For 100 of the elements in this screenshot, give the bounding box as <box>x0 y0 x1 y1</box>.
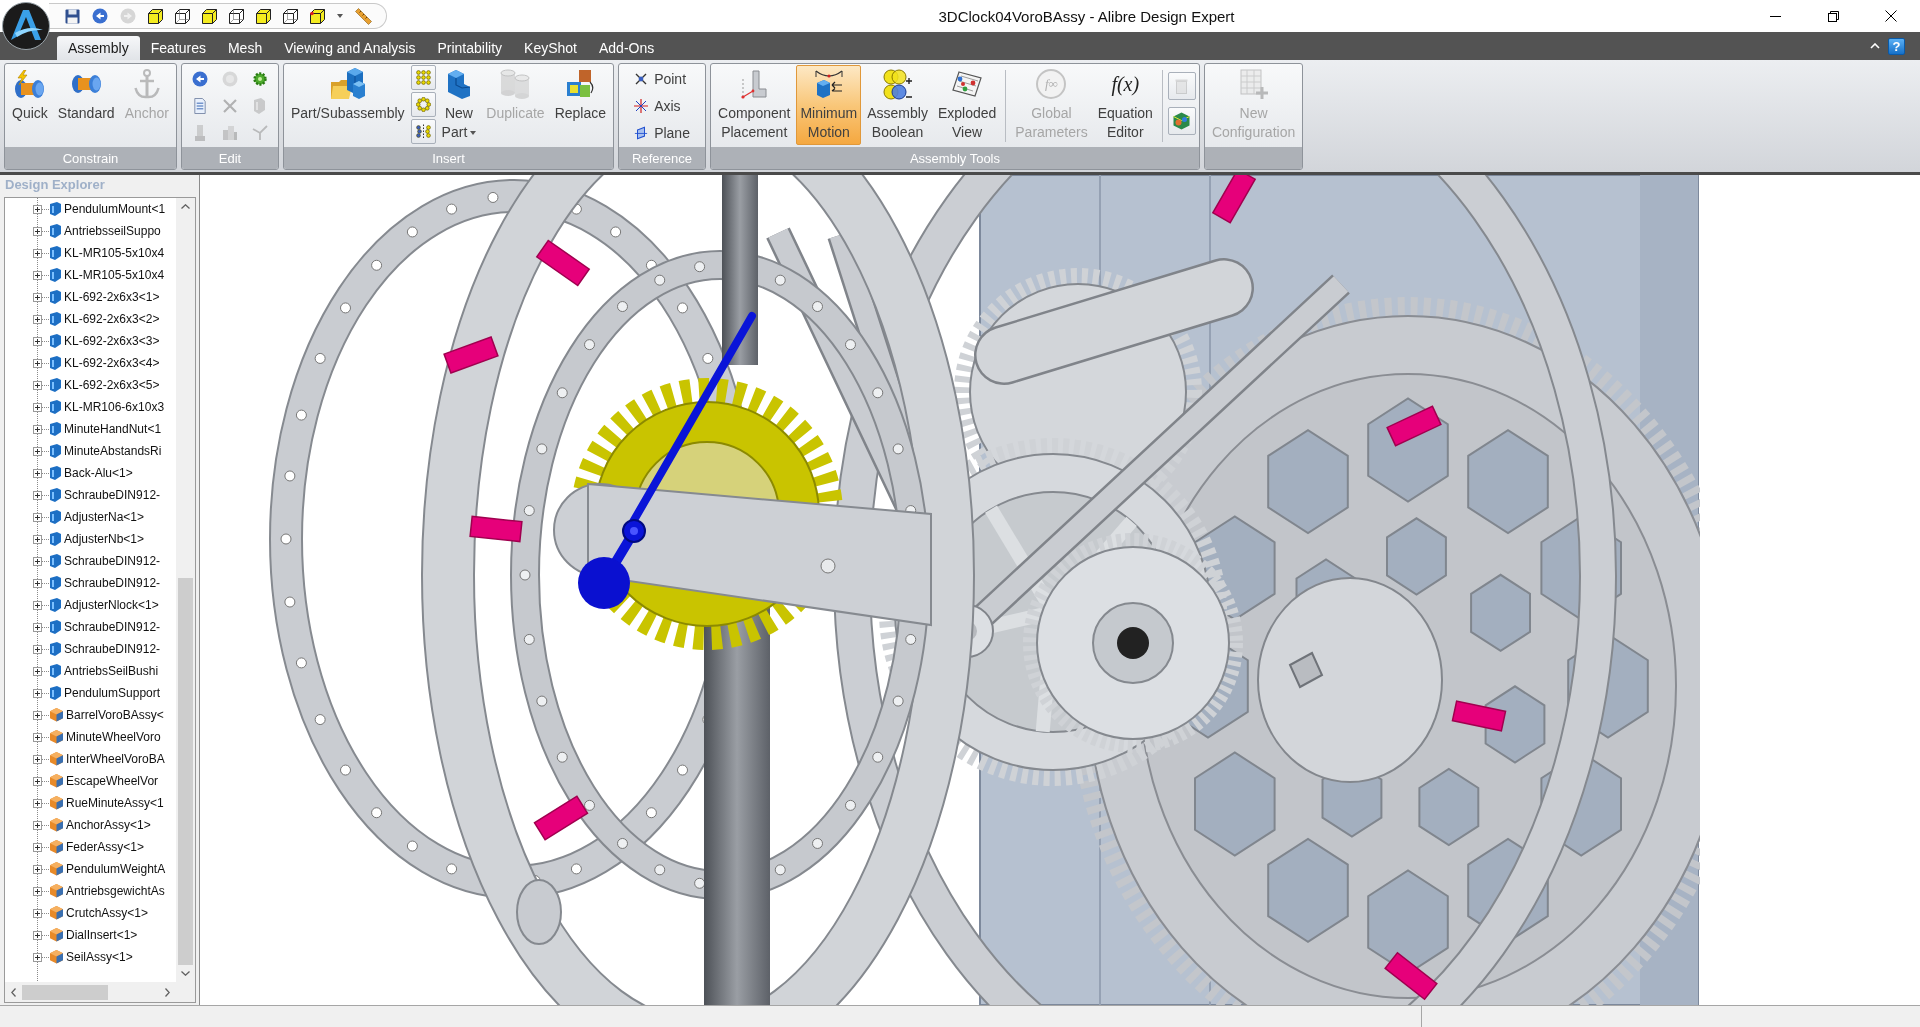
tree-item[interactable]: KL-MR105-5x10x4 <box>64 246 165 260</box>
tree-item[interactable]: InterWheelVoroBA <box>66 752 165 766</box>
expand-icon[interactable] <box>33 468 42 478</box>
expand-icon[interactable] <box>33 292 42 302</box>
expand-icon[interactable] <box>33 952 42 962</box>
tree-item[interactable]: RueMinuteAssy<1 <box>66 796 164 810</box>
ribbon-button[interactable]: Plane <box>630 119 694 146</box>
wireframe-cube-icon[interactable] <box>283 8 298 24</box>
expand-icon[interactable] <box>33 578 42 588</box>
expand-icon[interactable] <box>33 490 42 500</box>
tree-item[interactable]: KL-692-2x6x3<2> <box>64 312 160 326</box>
expand-icon[interactable] <box>33 710 42 720</box>
tree-item[interactable]: SchraubeDIN912- <box>64 620 161 634</box>
expand-icon[interactable] <box>33 424 42 434</box>
expand-icon[interactable] <box>33 226 42 236</box>
save-icon[interactable] <box>65 8 80 24</box>
expand-icon[interactable] <box>33 534 42 544</box>
cube-icon[interactable] <box>256 8 271 24</box>
expand-icon[interactable] <box>33 864 42 874</box>
ribbon-button[interactable]: Replace <box>550 65 611 145</box>
tree-item[interactable]: AdjusterNb<1> <box>64 532 145 546</box>
expand-icon[interactable] <box>33 380 42 390</box>
expand-icon[interactable] <box>33 842 42 852</box>
tree-item[interactable]: SeilAssy<1> <box>66 950 133 964</box>
scrollbar-thumb[interactable] <box>178 578 193 965</box>
ribbon-button[interactable]: Minimum Motion <box>796 65 862 145</box>
tree-item[interactable]: BarrelVoroBAssy< <box>66 708 164 722</box>
tree-item[interactable]: AnchorAssy<1> <box>66 818 151 832</box>
ruler-icon[interactable] <box>355 7 372 25</box>
expand-icon[interactable] <box>33 402 42 412</box>
tree-item[interactable]: SchraubeDIN912- <box>64 576 161 590</box>
ribbon-button[interactable]: f(x) Equation Editor <box>1093 65 1157 145</box>
tree-item[interactable]: SchraubeDIN912- <box>64 554 161 568</box>
expand-icon[interactable] <box>33 512 42 522</box>
tree-item[interactable]: Back-Alu<1> <box>64 466 133 480</box>
expand-icon[interactable] <box>33 688 42 698</box>
expand-icon[interactable] <box>33 204 42 214</box>
ribbon-tab[interactable]: Mesh <box>216 36 274 60</box>
expand-icon[interactable] <box>33 732 42 742</box>
expand-icon[interactable] <box>33 270 42 280</box>
expand-icon[interactable] <box>33 820 42 830</box>
ribbon-button[interactable]: Point <box>630 65 694 92</box>
tree-item[interactable]: EscapeWheelVor <box>66 774 159 788</box>
expand-icon[interactable] <box>33 886 42 896</box>
expand-icon[interactable] <box>33 666 42 676</box>
tree-item[interactable]: AntriebsseilSuppo <box>64 224 161 238</box>
tree-item[interactable]: PendulumSupport <box>64 686 161 700</box>
tree-item[interactable]: KL-MR106-6x10x3 <box>64 400 165 414</box>
chevron-up-icon[interactable] <box>181 204 190 209</box>
caret-icon[interactable] <box>337 14 343 18</box>
expand-icon[interactable] <box>33 908 42 918</box>
expand-icon[interactable] <box>33 358 42 368</box>
ribbon-button[interactable]: Quick <box>8 65 52 145</box>
ribbon-tab[interactable]: Printability <box>426 36 514 60</box>
expand-icon[interactable] <box>33 754 42 764</box>
tool-button[interactable] <box>410 119 436 144</box>
expand-icon[interactable] <box>33 622 42 632</box>
cube-icon[interactable] <box>202 8 217 24</box>
scrollbar-thumb[interactable] <box>22 984 108 1000</box>
tree-item[interactable]: KL-692-2x6x3<5> <box>64 378 160 392</box>
wireframe-cube-icon[interactable] <box>229 8 244 24</box>
document-icon[interactable] <box>194 97 206 114</box>
tree-item[interactable]: KL-692-2x6x3<4> <box>64 356 160 370</box>
expand-icon[interactable] <box>33 556 42 566</box>
tree-item[interactable]: AdjusterNlock<1> <box>64 598 159 612</box>
tree-item[interactable]: CrutchAssy<1> <box>66 906 149 920</box>
ribbon-tab[interactable]: Add-Ons <box>588 36 666 60</box>
ribbon-button[interactable]: Assembly Boolean <box>863 65 932 145</box>
tree-item[interactable]: AntriebsSeilBushi <box>64 664 159 678</box>
expand-icon[interactable] <box>33 314 42 324</box>
tree-item[interactable]: AdjusterNa<1> <box>64 510 145 524</box>
tree-item[interactable]: KL-692-2x6x3<3> <box>64 334 160 348</box>
tool-button[interactable] <box>1167 107 1196 135</box>
ribbon-button[interactable]: New Part <box>437 65 481 145</box>
ribbon-tab[interactable]: Features <box>139 36 217 60</box>
ribbon-button[interactable]: Standard <box>53 65 119 145</box>
tree-item[interactable]: MinuteHandNut<1 <box>64 422 162 436</box>
undo-icon[interactable] <box>92 8 108 24</box>
chevron-left-icon[interactable] <box>11 987 16 997</box>
expand-icon[interactable] <box>33 336 42 346</box>
wireframe-cube-icon[interactable] <box>175 8 190 24</box>
expand-icon[interactable] <box>33 776 42 786</box>
expand-icon[interactable] <box>33 446 42 456</box>
tree-item[interactable]: KL-692-2x6x3<1> <box>64 290 160 304</box>
ribbon-tab[interactable]: Viewing and Analysis <box>273 36 427 60</box>
expand-icon[interactable] <box>33 930 42 940</box>
tree-item[interactable]: FederAssy<1> <box>66 840 145 854</box>
minimize-icon[interactable] <box>1769 15 1781 17</box>
tree-item[interactable]: DialInsert<1> <box>66 928 138 942</box>
gear-icon[interactable] <box>253 71 267 86</box>
tree-item[interactable]: SchraubeDIN912- <box>64 642 161 656</box>
tree-item[interactable]: PendulumWeightA <box>66 862 166 876</box>
ribbon-button[interactable]: Axis <box>630 92 694 119</box>
chevron-right-icon[interactable] <box>165 987 170 997</box>
expand-icon[interactable] <box>33 248 42 258</box>
tree-item[interactable]: MinuteAbstandsRi <box>64 444 162 458</box>
chevron-down-icon[interactable] <box>181 971 190 976</box>
expand-icon[interactable] <box>33 644 42 654</box>
tree-item[interactable]: MinuteWheelVoro <box>66 730 161 744</box>
ribbon-button[interactable]: Component Placement <box>714 65 795 145</box>
